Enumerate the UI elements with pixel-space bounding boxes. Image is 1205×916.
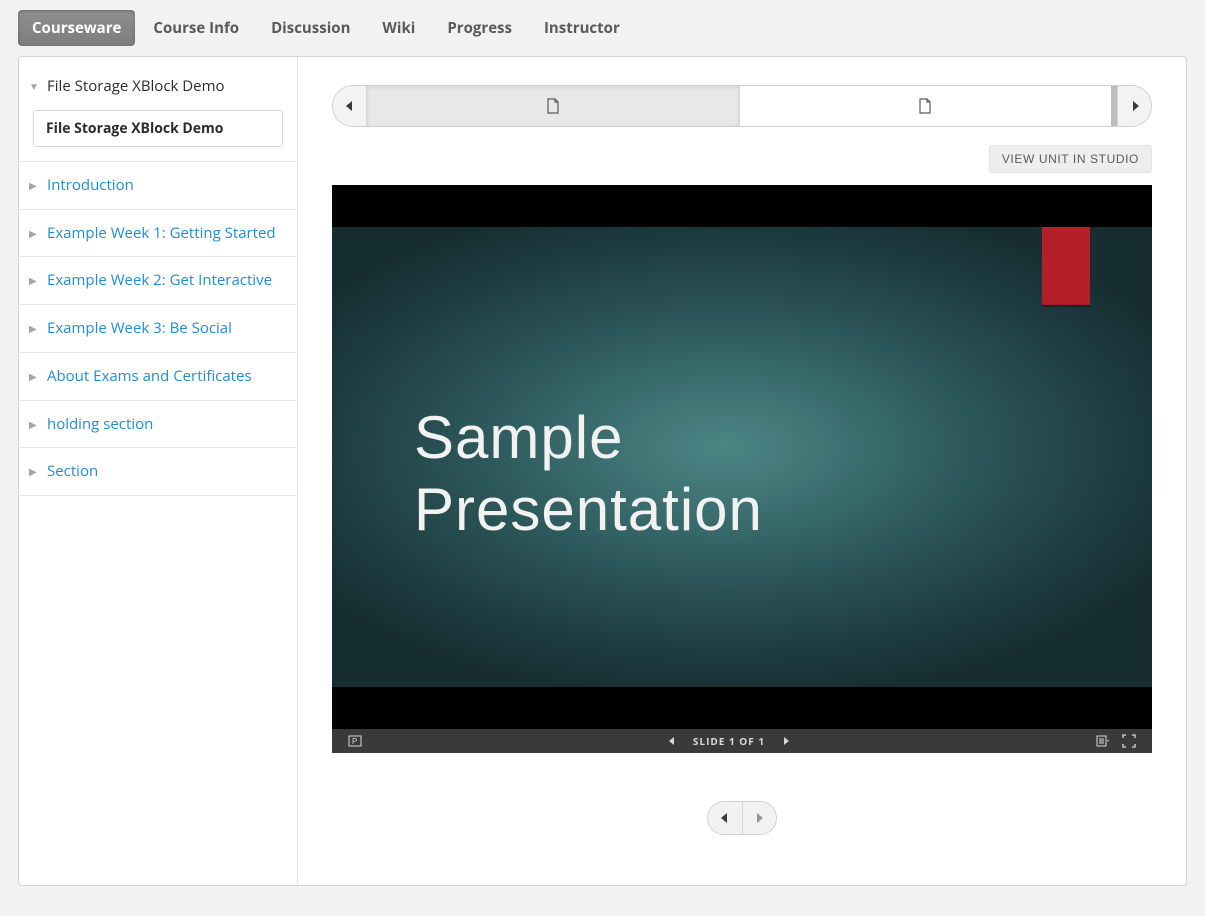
slide-counter-label: SLIDE 1 OF 1 [693, 734, 765, 748]
tab-discussion[interactable]: Discussion [257, 10, 364, 46]
sequence-tabs [367, 86, 1111, 126]
section-label: Example Week 2: Get Interactive [47, 271, 283, 290]
sequence-nav [332, 85, 1152, 127]
section-label: Example Week 1: Getting Started [47, 224, 283, 243]
slide-canvas: Sample Presentation [332, 227, 1152, 687]
sequence-prev-button[interactable] [333, 86, 367, 126]
unit-next-button[interactable] [743, 802, 777, 834]
section-label: File Storage XBlock Demo [47, 77, 283, 96]
section-label: Introduction [47, 176, 283, 195]
triangle-right-icon [753, 812, 765, 824]
document-icon [546, 98, 560, 114]
fullscreen-icon[interactable] [1122, 734, 1136, 748]
slide-blackbar-top [332, 185, 1152, 227]
tab-course-info[interactable]: Course Info [139, 10, 253, 46]
chevron-right-icon: ▶ [29, 418, 39, 431]
content-wrap: ▼ File Storage XBlock Demo File Storage XB… [18, 56, 1187, 886]
section-header[interactable]: ▶ Section [19, 448, 297, 495]
section-label: About Exams and Certificates [47, 367, 283, 386]
section-label: holding section [47, 415, 283, 434]
slide-prev-button[interactable] [667, 736, 677, 746]
section-header[interactable]: ▶ holding section [19, 401, 297, 448]
chevron-right-icon: ▶ [29, 179, 39, 192]
section-header[interactable]: ▶ About Exams and Certificates [19, 353, 297, 400]
main-content: VIEW UNIT IN STUDIO Sample Presentation … [298, 57, 1186, 885]
triangle-left-icon [719, 812, 731, 824]
slide-control-bar: P SLIDE 1 OF 1 [332, 729, 1152, 753]
slide-title-line1: Sample [414, 404, 623, 471]
tab-instructor[interactable]: Instructor [530, 10, 634, 46]
slide-blackbar-bottom [332, 687, 1152, 729]
chevron-right-icon: ▶ [29, 227, 39, 240]
slide-title: Sample Presentation [414, 402, 1092, 546]
presentation-embed: Sample Presentation P SLIDE 1 OF 1 [332, 185, 1152, 753]
sequence-tab[interactable] [740, 86, 1112, 126]
triangle-left-icon [344, 100, 356, 112]
sequence-next-button[interactable] [1117, 86, 1151, 126]
chevron-right-icon: ▶ [29, 322, 39, 335]
unit-bottom-nav [707, 801, 777, 835]
unit-prev-button[interactable] [708, 802, 743, 834]
slide-menu-icon[interactable] [1096, 734, 1110, 748]
chevron-right-icon: ▶ [29, 370, 39, 383]
view-in-studio-button[interactable]: VIEW UNIT IN STUDIO [989, 145, 1152, 173]
section-header[interactable]: ▶ Example Week 3: Be Social [19, 305, 297, 352]
slide-ribbon [1042, 227, 1090, 305]
document-icon [918, 98, 932, 114]
tab-courseware[interactable]: Courseware [18, 10, 135, 46]
sequence-tab[interactable] [367, 86, 740, 126]
slide-next-button[interactable] [781, 736, 791, 746]
section-label: Section [47, 462, 283, 481]
triangle-right-icon [1129, 100, 1141, 112]
tab-wiki[interactable]: Wiki [368, 10, 429, 46]
section-header[interactable]: ▶ Example Week 1: Getting Started [19, 210, 297, 257]
chevron-down-icon: ▼ [29, 80, 39, 93]
chevron-right-icon: ▶ [29, 465, 39, 478]
course-tabs: CoursewareCourse InfoDiscussionWikiProgr… [0, 0, 1205, 56]
unit-toolbar: VIEW UNIT IN STUDIO [332, 145, 1152, 173]
subsection-item[interactable]: File Storage XBlock Demo [33, 110, 283, 147]
section-header[interactable]: ▶ Example Week 2: Get Interactive [19, 257, 297, 304]
powerpoint-logo-icon: P [348, 734, 362, 748]
section-label: Example Week 3: Be Social [47, 319, 283, 338]
section-header[interactable]: ▼ File Storage XBlock Demo [19, 63, 297, 110]
svg-text:P: P [352, 737, 358, 746]
tab-progress[interactable]: Progress [433, 10, 526, 46]
slide-title-line2: Presentation [414, 476, 763, 543]
chevron-right-icon: ▶ [29, 274, 39, 287]
section-header[interactable]: ▶ Introduction [19, 162, 297, 209]
course-sidebar: ▼ File Storage XBlock Demo File Storage XB… [19, 57, 298, 885]
